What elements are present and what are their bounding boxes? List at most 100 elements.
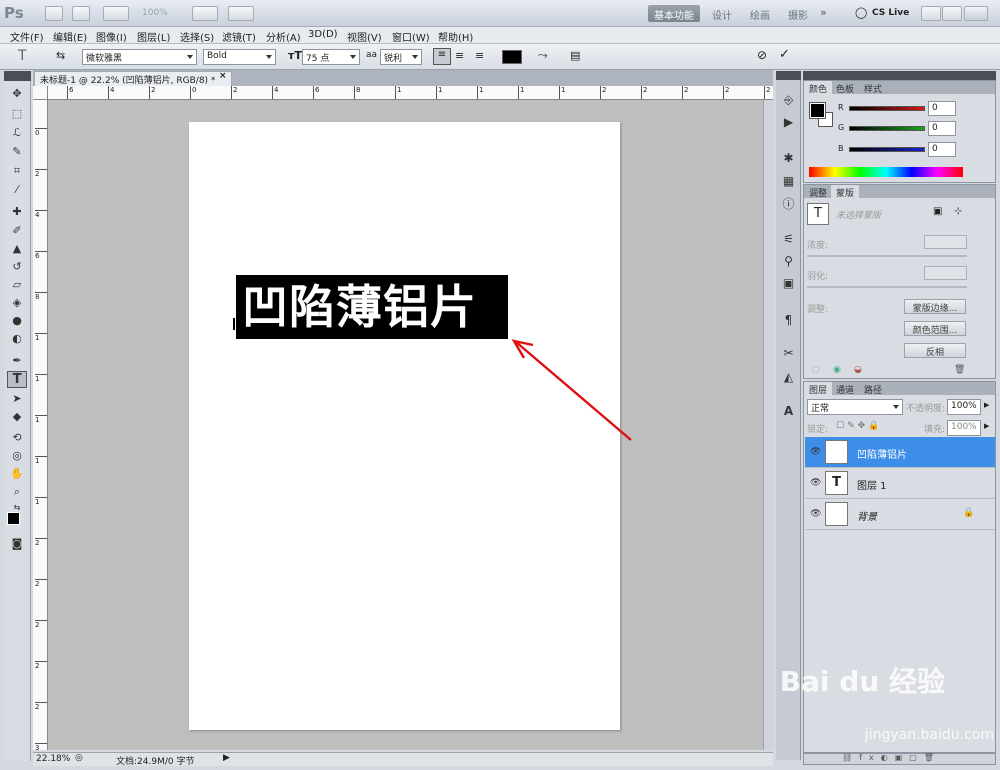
- quick-mask-icon[interactable]: ◙: [7, 535, 27, 552]
- crop-tool-icon[interactable]: ⌗: [7, 162, 27, 179]
- mask-edge-button[interactable]: 蒙版边缘...: [904, 299, 966, 314]
- antialias-select[interactable]: 锐利: [380, 49, 422, 65]
- info-panel-icon[interactable]: ⓘ: [779, 195, 798, 212]
- menu-file[interactable]: 文件(F): [10, 29, 44, 44]
- layer-visibility-icon[interactable]: 👁: [810, 478, 821, 488]
- gradient-tool-icon[interactable]: ◈: [7, 294, 27, 311]
- more-workspaces-icon[interactable]: »: [820, 6, 827, 19]
- minimize-button[interactable]: [921, 6, 941, 21]
- menu-select[interactable]: 选择(S): [180, 29, 214, 44]
- green-value[interactable]: 0: [928, 121, 956, 136]
- layer-visibility-icon[interactable]: 👁: [810, 447, 821, 457]
- layer-row[interactable]: 👁 T 凹陷薄铝片: [805, 437, 995, 468]
- layer-name[interactable]: 凹陷薄铝片: [857, 446, 907, 461]
- load-selection-icon[interactable]: ◌: [812, 365, 820, 375]
- tab-styles[interactable]: 样式: [859, 81, 887, 95]
- layer-comps-panel-icon[interactable]: ◭: [779, 368, 798, 385]
- tab-channels[interactable]: 通道: [831, 382, 859, 396]
- menu-filter[interactable]: 滤镜(T): [222, 29, 256, 44]
- document-tab[interactable]: 未标题-1 @ 22.2% (凹陷薄铝片, RGB/8) *: [34, 71, 232, 86]
- red-value[interactable]: 0: [928, 101, 956, 116]
- status-menu-icon[interactable]: ◎: [75, 753, 83, 763]
- commit-edit-icon[interactable]: ✓: [779, 47, 790, 62]
- menu-3d[interactable]: 3D(D): [308, 29, 338, 40]
- blue-slider[interactable]: [849, 147, 925, 152]
- bridge-button[interactable]: [45, 6, 63, 21]
- cs-live-icon[interactable]: ◯: [855, 6, 867, 19]
- feather-slider[interactable]: [807, 286, 967, 288]
- blur-tool-icon[interactable]: ●: [7, 312, 27, 329]
- brush-tool-icon[interactable]: ✐: [7, 222, 27, 239]
- zoom-tool-icon[interactable]: ⌕: [7, 483, 27, 500]
- menu-layer[interactable]: 图层(L): [137, 29, 170, 44]
- color-spectrum-bar[interactable]: [809, 167, 963, 177]
- align-left-button[interactable]: ≡: [433, 48, 451, 65]
- 3d-orbit-tool-icon[interactable]: ◎: [7, 447, 27, 464]
- blend-mode-select[interactable]: 正常: [807, 399, 903, 415]
- tab-masks[interactable]: 蒙版: [831, 185, 860, 199]
- tool-presets-panel-icon[interactable]: ▣: [779, 274, 798, 291]
- workspace-design[interactable]: 设计: [706, 5, 738, 22]
- menu-image[interactable]: 图像(I): [96, 29, 127, 44]
- shape-tool-icon[interactable]: ◆: [7, 408, 27, 425]
- workspace-essentials[interactable]: 基本功能: [648, 5, 700, 22]
- apply-mask-icon[interactable]: ◉: [833, 365, 841, 375]
- density-slider[interactable]: [807, 255, 967, 257]
- blue-value[interactable]: 0: [928, 142, 956, 157]
- clone-source-panel-icon[interactable]: ⚲: [779, 252, 798, 269]
- vertical-scrollbar[interactable]: [763, 100, 773, 750]
- layer-row[interactable]: 👁 背景 🔒: [805, 499, 995, 530]
- invert-button[interactable]: 反相: [904, 343, 966, 358]
- tab-swatches[interactable]: 色板: [831, 81, 859, 95]
- path-selection-tool-icon[interactable]: ➤: [7, 390, 27, 407]
- text-orientation-icon[interactable]: ⇆: [56, 49, 65, 62]
- paragraph-panel-icon[interactable]: ¶: [779, 311, 798, 328]
- layer-footer-icons[interactable]: ⛓fx◐▣▢🗑: [842, 753, 941, 762]
- delete-mask-icon[interactable]: 🗑: [954, 365, 965, 375]
- fill-arrow-icon[interactable]: ▶: [984, 422, 989, 430]
- font-size-select[interactable]: 75 点: [302, 49, 360, 65]
- density-field[interactable]: [924, 235, 967, 249]
- workspace-painting[interactable]: 绘画: [744, 5, 776, 22]
- font-family-select[interactable]: 微软雅黑: [82, 49, 197, 65]
- history-panel-icon[interactable]: ⎆: [779, 92, 798, 109]
- restore-button[interactable]: [942, 6, 962, 21]
- eyedropper-tool-icon[interactable]: ⁄: [7, 181, 27, 198]
- menu-analysis[interactable]: 分析(A): [266, 29, 301, 44]
- warp-text-icon[interactable]: ⤳: [538, 48, 548, 63]
- feather-field[interactable]: [924, 266, 967, 280]
- color-range-button[interactable]: 颜色范围...: [904, 321, 966, 336]
- screen-mode-button[interactable]: [228, 6, 254, 21]
- pen-tool-icon[interactable]: ✒: [7, 352, 27, 369]
- navigator-panel-icon[interactable]: ▦: [779, 172, 798, 189]
- hand-tool-icon[interactable]: ✋: [7, 465, 27, 482]
- character-panel-icon[interactable]: ▤: [570, 49, 580, 62]
- red-slider[interactable]: [849, 106, 925, 111]
- dodge-tool-icon[interactable]: ◐: [7, 330, 27, 347]
- layer-row[interactable]: 👁 T 图层 1: [805, 468, 995, 499]
- layer-name[interactable]: 图层 1: [857, 477, 887, 492]
- foreground-color-swatch[interactable]: [7, 512, 20, 525]
- view-extras-button[interactable]: [103, 6, 129, 21]
- vector-mask-icon[interactable]: ⊹: [954, 206, 962, 217]
- align-center-button[interactable]: ≡: [455, 49, 464, 62]
- align-right-button[interactable]: ≡: [475, 49, 484, 62]
- menu-edit[interactable]: 编辑(E): [53, 29, 87, 44]
- cancel-edit-icon[interactable]: ⊘: [757, 48, 767, 62]
- lock-icons[interactable]: ☐✎✥🔒: [836, 421, 882, 431]
- clone-stamp-tool-icon[interactable]: ▲: [7, 240, 27, 257]
- healing-brush-tool-icon[interactable]: ✚: [7, 203, 27, 220]
- arrange-documents-button[interactable]: [192, 6, 218, 21]
- tab-paths[interactable]: 路径: [859, 382, 887, 396]
- notes-panel-icon[interactable]: ✂: [779, 344, 798, 361]
- close-button[interactable]: [964, 6, 988, 21]
- menu-help[interactable]: 帮助(H): [438, 29, 473, 44]
- disable-mask-icon[interactable]: ◒: [854, 365, 862, 375]
- selected-text-layer[interactable]: 凹陷薄铝片: [236, 275, 508, 339]
- color-foreground-swatch[interactable]: [809, 102, 826, 119]
- ruler-origin[interactable]: [33, 86, 48, 100]
- font-style-select[interactable]: Bold: [203, 49, 276, 65]
- opacity-field[interactable]: 100%: [947, 399, 981, 415]
- menu-window[interactable]: 窗口(W): [392, 29, 430, 44]
- cs-live-label[interactable]: CS Live: [872, 8, 909, 18]
